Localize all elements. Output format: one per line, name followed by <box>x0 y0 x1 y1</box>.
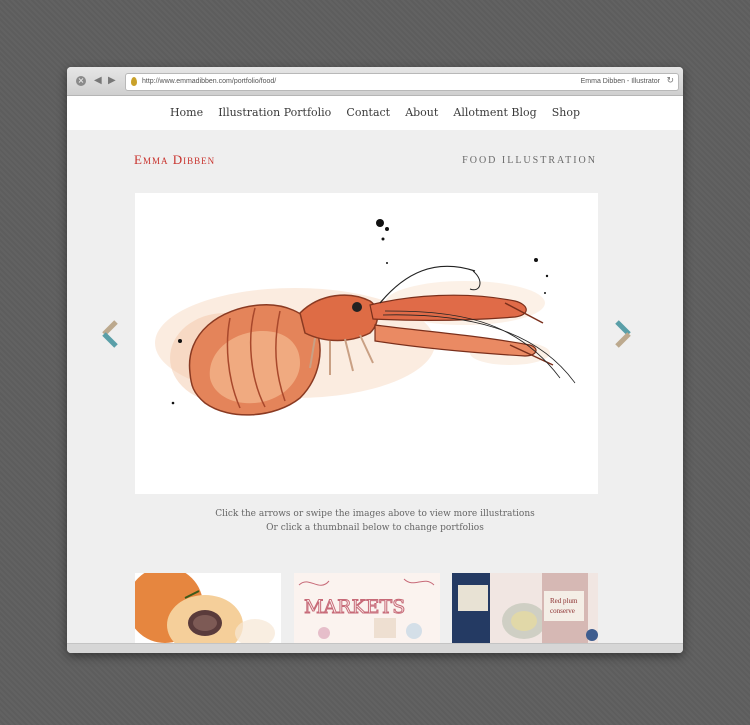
forward-icon[interactable]: ▶ <box>108 74 116 88</box>
address-bar[interactable]: http://www.emmadibben.com/portfolio/food… <box>125 73 679 91</box>
nav-allotment-blog[interactable]: Allotment Blog <box>453 96 536 130</box>
nav-contact[interactable]: Contact <box>346 96 390 130</box>
nav-illustration-portfolio[interactable]: Illustration Portfolio <box>218 96 331 130</box>
caption-line-2: Or click a thumbnail below to change por… <box>266 523 484 533</box>
prev-arrow-icon[interactable] <box>99 319 121 349</box>
section-title: FOOD ILLUSTRATION <box>462 155 597 166</box>
browser-toolbar: × ◀ ▶ http://www.emmadibben.com/portfoli… <box>67 67 683 96</box>
instructions-caption: Click the arrows or swipe the images abo… <box>67 507 683 535</box>
svg-text:Red plum: Red plum <box>550 597 578 605</box>
favicon-icon <box>131 77 137 86</box>
caption-line-1: Click the arrows or swipe the images abo… <box>215 509 535 519</box>
svg-text:conserve: conserve <box>550 607 575 615</box>
nav-shop[interactable]: Shop <box>552 96 580 130</box>
main-nav: Home Illustration Portfolio Contact Abou… <box>67 96 683 130</box>
jam-jars-illustration: Red plum conserve <box>452 573 598 643</box>
portfolio-thumbnails: MARKETS Red plum conserve <box>135 573 600 643</box>
nav-about[interactable]: About <box>405 96 438 130</box>
nav-home[interactable]: Home <box>170 96 203 130</box>
illustration-slide[interactable] <box>135 193 598 494</box>
reload-icon[interactable]: ↻ <box>666 75 674 88</box>
thumbnail-markets[interactable]: MARKETS <box>294 573 440 643</box>
browser-window: × ◀ ▶ http://www.emmadibben.com/portfoli… <box>67 67 683 653</box>
langoustine-illustration <box>155 219 576 416</box>
next-arrow-icon[interactable] <box>612 319 634 349</box>
browser-status-bar <box>67 643 683 653</box>
peach-illustration <box>135 573 281 643</box>
site-logo[interactable]: Emma Dibben <box>134 152 215 168</box>
page-title-text: Emma Dibben - Illustrator <box>580 78 660 85</box>
thumbnail-preserves[interactable]: Red plum conserve <box>452 573 598 643</box>
url-text: http://www.emmadibben.com/portfolio/food… <box>142 78 277 85</box>
thumbnail-fruit[interactable] <box>135 573 281 643</box>
back-icon[interactable]: ◀ <box>94 74 102 88</box>
close-tab-icon[interactable]: × <box>76 76 86 86</box>
markets-illustration: MARKETS <box>294 573 440 643</box>
svg-text:MARKETS: MARKETS <box>304 596 405 618</box>
